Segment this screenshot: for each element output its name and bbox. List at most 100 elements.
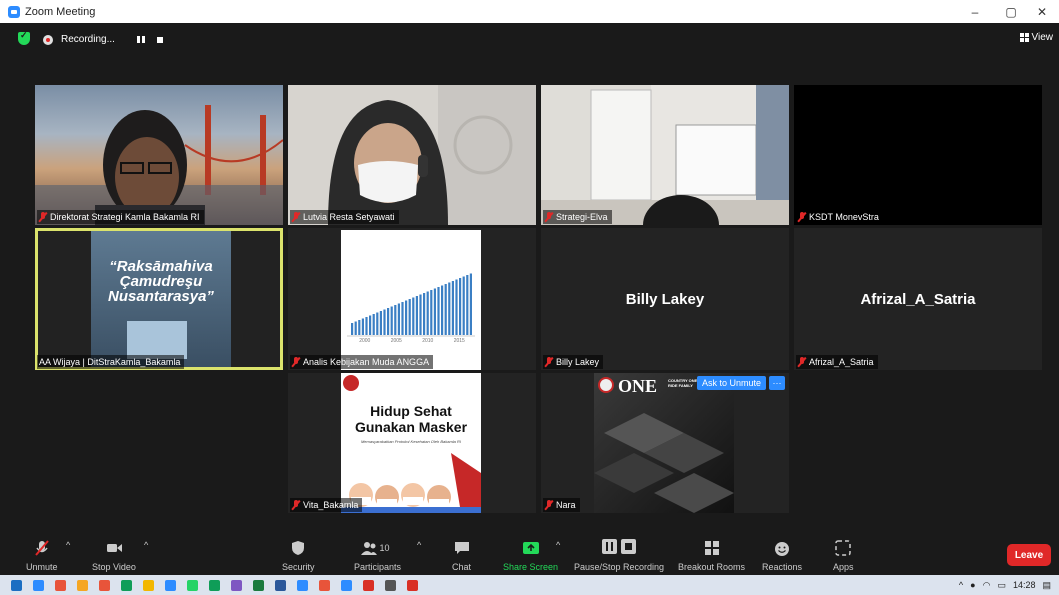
clock[interactable]: 14:28 bbox=[1013, 580, 1036, 590]
grid-icon bbox=[1019, 33, 1029, 42]
taskbar-app-icon[interactable] bbox=[143, 579, 154, 591]
wifi-icon[interactable]: ◠ bbox=[983, 580, 991, 591]
recording-indicator: Recording... bbox=[43, 31, 163, 48]
taskbar-app-icon[interactable] bbox=[231, 579, 242, 591]
chart-bar bbox=[351, 323, 354, 335]
stop-video-button[interactable]: Stop Video bbox=[92, 531, 136, 575]
muted-mic-icon bbox=[39, 212, 47, 222]
video-tile[interactable]: Afrizal_A_Satria Afrizal_A_Satria bbox=[794, 228, 1042, 370]
taskbar-app-icon[interactable] bbox=[77, 579, 88, 591]
chart-bar bbox=[401, 302, 404, 335]
shared-chart: 2000 2005 2010 2015 bbox=[341, 230, 481, 370]
video-tile-active-speaker[interactable]: “Raksāmahiva Çamudreşu Nusantarasya” AA … bbox=[35, 228, 283, 370]
notifications-icon[interactable]: ▤ bbox=[1042, 580, 1051, 591]
poster-subtitle: Memasyarakatkan Protokol Kesehatan Oleh … bbox=[360, 439, 462, 444]
video-tile[interactable]: Lutvia Resta Setyawati bbox=[288, 85, 536, 225]
participants-button[interactable]: 10 Participants bbox=[354, 531, 401, 575]
chart-bar bbox=[469, 273, 472, 335]
taskbar-app-icon[interactable] bbox=[121, 579, 132, 591]
share-options-caret-icon[interactable]: ^ bbox=[556, 540, 560, 550]
zoom-logo-icon bbox=[8, 5, 20, 18]
recording-label: Recording... bbox=[61, 34, 115, 45]
taskbar-app-icon[interactable] bbox=[363, 579, 374, 591]
recording-controls-icon bbox=[602, 539, 637, 557]
video-options-caret-icon[interactable]: ^ bbox=[144, 540, 148, 550]
encryption-shield-icon[interactable] bbox=[18, 30, 30, 45]
video-tile[interactable]: ONE COUNTRY ONE RIDE FAMILY Ask to Unmut… bbox=[541, 373, 789, 513]
chart-year: 2005 bbox=[390, 338, 402, 344]
participants-label: Participants bbox=[354, 562, 402, 572]
taskbar-app-icon[interactable] bbox=[385, 579, 396, 591]
chart-bar bbox=[466, 275, 469, 335]
taskbar-app-icon[interactable] bbox=[165, 579, 176, 591]
minimize-button[interactable]: – bbox=[958, 0, 992, 23]
stop-recording-icon[interactable] bbox=[156, 36, 163, 43]
ask-to-unmute-button[interactable]: Ask to Unmute bbox=[697, 376, 767, 390]
taskbar-app-icon[interactable] bbox=[407, 579, 418, 591]
taskbar-app-icon[interactable] bbox=[55, 579, 66, 591]
security-button[interactable]: Security bbox=[282, 531, 315, 575]
chat-button[interactable]: Chat bbox=[452, 531, 471, 575]
video-tile[interactable]: Hidup Sehat Gunakan Masker Memasyarakatk… bbox=[288, 373, 536, 513]
participant-name: Vita_Bakamla bbox=[303, 500, 359, 510]
video-camera-icon bbox=[106, 544, 122, 552]
breakout-rooms-button[interactable]: Breakout Rooms bbox=[678, 531, 745, 575]
tray-chevron-icon[interactable]: ^ bbox=[959, 580, 963, 590]
taskbar-app-icon[interactable] bbox=[341, 579, 352, 591]
video-tile[interactable]: Direktorat Strategi Kamla Bakamla RI bbox=[35, 85, 283, 225]
leave-button[interactable]: Leave bbox=[1007, 544, 1051, 566]
participant-display-name: Billy Lakey bbox=[625, 290, 705, 308]
meeting-toolbar: Unmute ^ Stop Video ^ Security 10 Partic… bbox=[0, 531, 1059, 575]
participants-count: 10 bbox=[379, 543, 390, 553]
chart-year: 2000 bbox=[359, 338, 371, 344]
chart-bar bbox=[444, 284, 447, 335]
maximize-button[interactable]: ▢ bbox=[994, 0, 1028, 23]
participant-name-label: Afrizal_A_Satria bbox=[796, 355, 878, 369]
taskbar-app-icon[interactable] bbox=[209, 579, 220, 591]
taskbar-app-icon[interactable] bbox=[33, 579, 44, 591]
chart-bar bbox=[354, 321, 357, 335]
muted-mic-icon bbox=[34, 540, 49, 556]
muted-mic-icon bbox=[798, 357, 806, 367]
pause-recording-icon[interactable] bbox=[136, 36, 145, 43]
os-taskbar: ^ ● ◠ ▭ 14:28 ▤ bbox=[0, 575, 1059, 595]
video-tile[interactable]: Strategi-Elva bbox=[541, 85, 789, 225]
taskbar-app-icon[interactable] bbox=[11, 579, 22, 591]
taskbar-app-icon[interactable] bbox=[275, 579, 286, 591]
pause-stop-recording-button[interactable]: Pause/Stop Recording bbox=[574, 531, 664, 575]
reactions-button[interactable]: Reactions bbox=[762, 531, 802, 575]
close-button[interactable]: ✕ bbox=[1025, 0, 1059, 23]
share-screen-button[interactable]: Share Screen bbox=[503, 531, 558, 575]
participant-name: Direktorat Strategi Kamla Bakamla RI bbox=[50, 212, 200, 222]
apps-button[interactable]: Apps bbox=[833, 531, 854, 575]
chart-bar bbox=[415, 296, 418, 335]
participants-icon-group: 10 bbox=[360, 539, 396, 557]
video-tile[interactable]: 2000 2005 2010 2015 Analis Kebijakan Mud… bbox=[288, 228, 536, 370]
more-options-button[interactable]: ··· bbox=[769, 376, 785, 390]
chart-bar bbox=[390, 306, 393, 335]
taskbar-app-icon[interactable] bbox=[187, 579, 198, 591]
battery-icon[interactable]: ▭ bbox=[997, 580, 1006, 591]
recording-dot-icon bbox=[43, 34, 53, 45]
participants-options-caret-icon[interactable]: ^ bbox=[417, 540, 421, 550]
taskbar-app-icon[interactable] bbox=[253, 579, 264, 591]
chart-bar bbox=[365, 317, 368, 335]
meeting-area: Recording... View Direktorat Strategi Ka… bbox=[0, 23, 1059, 530]
chart-bar bbox=[430, 290, 433, 335]
chart-bar bbox=[451, 281, 454, 335]
mic-tray-icon[interactable]: ● bbox=[970, 580, 975, 590]
video-tile[interactable]: Billy Lakey Billy Lakey bbox=[541, 228, 789, 370]
video-tile[interactable]: KSDT MonevStra bbox=[794, 85, 1042, 225]
share-screen-label: Share Screen bbox=[503, 562, 559, 572]
slide-photo bbox=[127, 321, 187, 359]
muted-mic-icon bbox=[292, 500, 300, 510]
taskbar-app-icon[interactable] bbox=[319, 579, 330, 591]
unmute-button[interactable]: Unmute bbox=[26, 531, 58, 575]
view-button[interactable]: View bbox=[1019, 32, 1053, 43]
participant-name-label: Lutvia Resta Setyawati bbox=[290, 210, 399, 224]
profile-image: ONE COUNTRY ONE RIDE FAMILY bbox=[594, 373, 734, 513]
taskbar-app-icon[interactable] bbox=[297, 579, 308, 591]
participant-name-label: AA Wijaya | DitStraKamla_Bakamla bbox=[37, 355, 185, 369]
audio-options-caret-icon[interactable]: ^ bbox=[66, 540, 70, 550]
taskbar-app-icon[interactable] bbox=[99, 579, 110, 591]
